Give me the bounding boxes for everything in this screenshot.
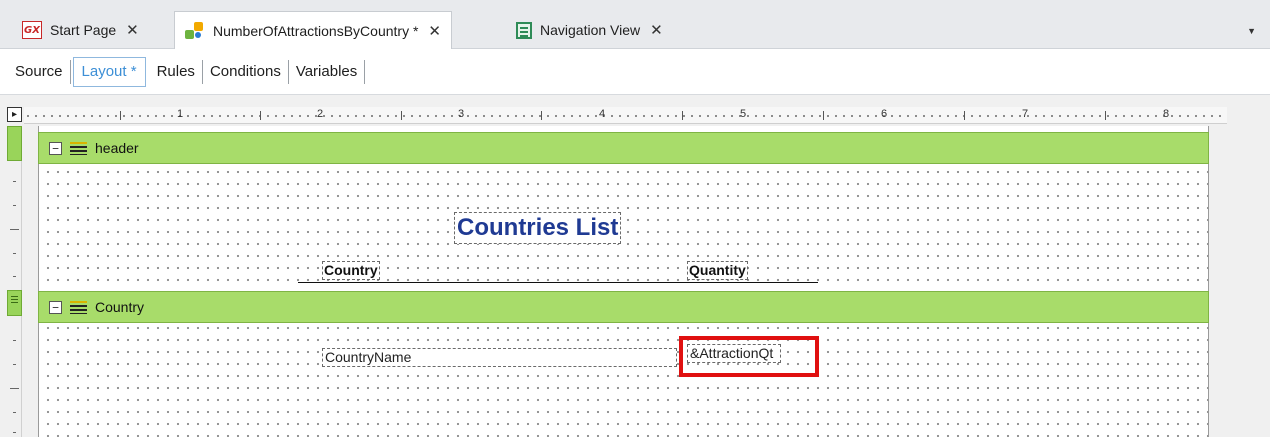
close-icon[interactable]: ✕ <box>650 21 663 39</box>
ruler-number: 2 <box>317 108 324 120</box>
vertical-ruler <box>7 126 22 437</box>
printblock-icon <box>70 141 87 155</box>
printblock-icon <box>70 300 87 314</box>
header-band-marker[interactable] <box>7 126 22 161</box>
band-name: header <box>95 140 139 156</box>
ruler-mark <box>10 388 19 389</box>
close-icon[interactable]: ✕ <box>126 21 139 39</box>
object-part-tabs: Source Layout * Rules Conditions Variabl… <box>0 49 1270 95</box>
printblock-country[interactable]: − Country <box>38 291 1209 323</box>
document-tab-strip: GX Start Page ✕ NumberOfAttractionsByCou… <box>0 0 1270 50</box>
collapse-icon[interactable]: − <box>49 141 62 155</box>
ruler-tick <box>964 111 965 120</box>
navigation-view-icon <box>516 21 532 39</box>
ruler-number: 8 <box>1163 108 1170 120</box>
ruler-mark <box>13 181 16 182</box>
tab-label: Navigation View <box>540 22 641 38</box>
tab-variables[interactable]: Variables <box>289 59 366 84</box>
horizontal-ruler: 1 2 3 4 5 6 7 8 <box>24 107 1227 124</box>
ruler-tick <box>541 111 542 120</box>
ruler-number: 6 <box>881 108 888 120</box>
procedure-icon <box>185 21 205 41</box>
tab-label: NumberOfAttractionsByCountry * <box>213 23 419 39</box>
ruler-tick <box>823 111 824 120</box>
gx-logo-icon: GX <box>22 21 42 39</box>
country-name-attribute[interactable]: CountryName <box>322 348 677 367</box>
report-title-text[interactable]: Countries List <box>454 212 622 244</box>
tab-list-dropdown-icon[interactable]: ▼ <box>1247 26 1256 36</box>
ruler-number: 5 <box>740 108 747 120</box>
tab-navigation-view[interactable]: Navigation View ✕ <box>506 11 673 49</box>
ruler-number: 7 <box>1022 108 1029 120</box>
tab-rules[interactable]: Rules <box>150 59 203 84</box>
tab-conditions[interactable]: Conditions <box>203 59 289 84</box>
ruler-mark <box>13 432 16 433</box>
ruler-mark <box>13 340 16 341</box>
ruler-number: 3 <box>458 108 465 120</box>
band-name: Country <box>95 299 145 315</box>
printblock-header[interactable]: − header <box>38 132 1209 164</box>
column-header-quantity[interactable]: Quantity <box>687 261 748 280</box>
ruler-tick <box>1105 111 1106 120</box>
close-icon[interactable]: ✕ <box>428 22 441 40</box>
ruler-tick <box>260 111 261 120</box>
tab-source[interactable]: Source <box>8 59 71 84</box>
ruler-mark <box>13 412 16 413</box>
ruler-mark <box>13 205 16 206</box>
highlight-box <box>679 336 819 377</box>
collapse-icon[interactable]: − <box>49 300 62 314</box>
tab-layout[interactable]: Layout * <box>72 56 146 87</box>
ruler-mark <box>13 276 16 277</box>
header-underline[interactable] <box>298 282 818 283</box>
ruler-mark <box>10 229 19 230</box>
tab-start-page[interactable]: GX Start Page ✕ <box>12 11 149 49</box>
ruler-mark <box>13 253 16 254</box>
ruler-tick <box>120 111 121 120</box>
layout-designer: ▸ 1 2 3 4 5 6 7 8 − header Countries Lis… <box>0 95 1270 437</box>
column-header-country[interactable]: Country <box>322 261 380 280</box>
tab-label: Start Page <box>50 22 117 38</box>
ruler-tick <box>682 111 683 120</box>
ruler-number: 4 <box>599 108 606 120</box>
ruler-toggle-button[interactable]: ▸ <box>7 107 22 122</box>
tab-number-of-attractions-by-country[interactable]: NumberOfAttractionsByCountry * ✕ <box>174 11 452 50</box>
ruler-mark <box>13 364 16 365</box>
country-band-handle[interactable] <box>7 290 22 316</box>
ruler-number: 1 <box>177 108 184 120</box>
ruler-tick <box>401 111 402 120</box>
ruler-dots <box>24 115 1227 117</box>
